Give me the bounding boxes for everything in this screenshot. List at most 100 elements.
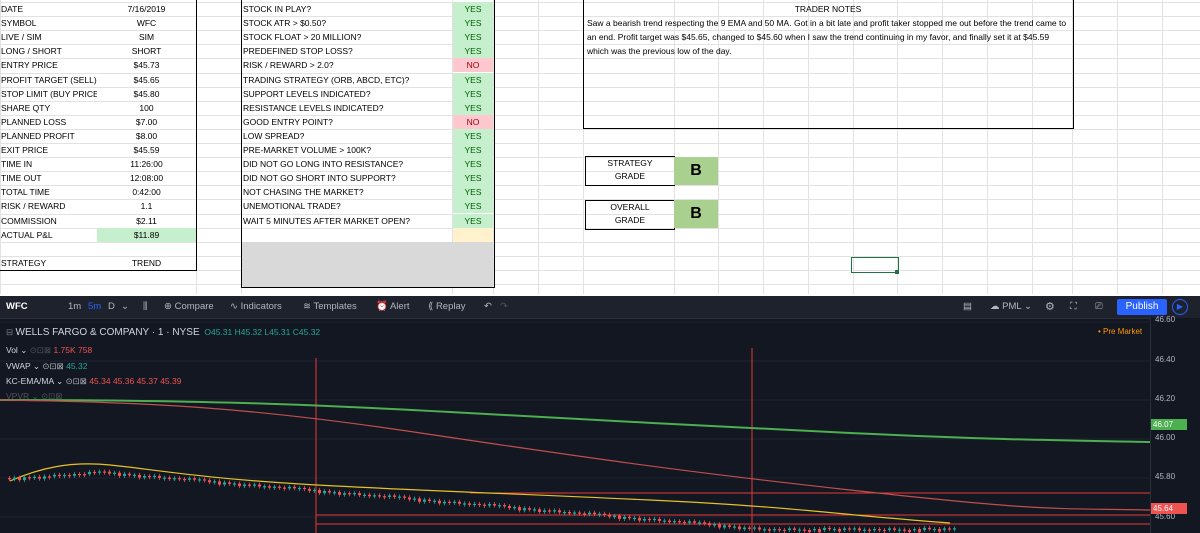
candle: [883, 529, 886, 532]
candle: [533, 509, 536, 511]
candle: [578, 512, 581, 514]
legend-kc[interactable]: KC-EMA/MA ⌄ ⊙⊡⊠ 45.34 45.36 45.37 45.39: [6, 376, 181, 387]
candle: [218, 481, 221, 485]
candle: [663, 520, 666, 522]
candle: [203, 479, 206, 481]
candle: [163, 477, 166, 479]
candle: [228, 482, 231, 484]
candle: [373, 495, 376, 497]
account-button[interactable]: ☁ PML ⌄: [990, 296, 1032, 318]
interval-d[interactable]: D: [108, 296, 115, 318]
candle: [598, 513, 601, 515]
price-plot[interactable]: [0, 318, 1150, 533]
candle: [778, 529, 781, 531]
candle: [738, 526, 741, 530]
candle: [263, 486, 266, 488]
spreadsheet[interactable]: DATE 7/16/2019 SYMBOL WFC LIVE / SIM SIM LONG …: [0, 0, 1200, 294]
alert-button[interactable]: ⏰ Alert: [376, 296, 410, 318]
candle: [613, 515, 616, 517]
candle: [323, 491, 326, 494]
candle: [833, 528, 836, 531]
candle: [468, 503, 471, 505]
candle: [333, 492, 336, 494]
replay-button[interactable]: ⟪ Replay: [428, 296, 466, 318]
candle: [318, 489, 321, 494]
candle: [363, 494, 366, 496]
candle: [608, 514, 611, 517]
legend-vwap[interactable]: VWAP ⌄ ⊙⊡⊠ 45.32: [6, 361, 87, 372]
overall-grade-value: B: [674, 200, 718, 228]
legend-vpvr-label: VPVR: [6, 391, 30, 401]
candle: [343, 493, 346, 495]
candle: [768, 529, 771, 531]
interval-1m[interactable]: 1m: [68, 296, 81, 318]
last-price-tag: 45.64: [1151, 503, 1187, 514]
candle: [528, 508, 531, 510]
indicators-button[interactable]: ∿ Indicators: [230, 296, 282, 318]
candle: [838, 528, 841, 532]
layout-icon[interactable]: ▤: [963, 296, 972, 318]
candle: [878, 529, 881, 531]
candle: [138, 474, 141, 478]
candle: [903, 529, 906, 531]
candle: [313, 489, 316, 492]
candle: [628, 516, 631, 519]
candle: [668, 520, 671, 523]
templates-button[interactable]: ≋ Templates: [303, 296, 357, 318]
gear-icon[interactable]: ⚙: [1045, 296, 1055, 318]
candle: [718, 524, 721, 528]
candle: [713, 524, 716, 526]
overall-grade-label-1: OVERALL: [610, 202, 650, 212]
interval-5m[interactable]: 5m: [88, 296, 101, 318]
account-label: PML: [1002, 301, 1022, 312]
candle: [573, 512, 576, 514]
candle: [928, 527, 931, 530]
selected-cell[interactable]: [851, 257, 899, 273]
candle: [588, 512, 591, 515]
candle-style-icon[interactable]: ⫼: [143, 296, 147, 318]
candle: [213, 481, 216, 483]
candle: [13, 477, 16, 480]
legend-vol[interactable]: Vol ⌄ ⊙⊡⊠ 1.75K 758: [6, 345, 92, 356]
candle: [658, 518, 661, 521]
undo-icon[interactable]: ↶: [484, 296, 492, 318]
candle: [38, 476, 41, 479]
candle: [773, 529, 776, 531]
candle: [828, 527, 831, 530]
candle: [948, 528, 951, 530]
candle: [843, 528, 846, 530]
candle: [868, 529, 871, 532]
collapse-icon[interactable]: ⊟: [6, 327, 13, 337]
indicators-label: Indicators: [240, 301, 282, 312]
symbol-search[interactable]: WFC: [6, 296, 28, 318]
candle: [348, 493, 351, 495]
candle: [23, 477, 26, 481]
publish-button[interactable]: Publish: [1117, 299, 1167, 315]
candle: [128, 473, 131, 476]
legend-vpvr[interactable]: VPVR ⌄ ⊙⊡⊠: [6, 391, 62, 402]
fullscreen-icon[interactable]: ⛶: [1070, 296, 1077, 318]
candle: [248, 484, 251, 486]
candle: [493, 504, 496, 506]
camera-icon[interactable]: ⎚: [1095, 296, 1103, 318]
chart-title: ⊟ WELLS FARGO & COMPANY · 1 · NYSE O45.3…: [6, 327, 320, 338]
trading-chart[interactable]: WFC 1m 5m D ⌄ ⫼ ⊕ Compare ∿ Indicators ≋…: [0, 296, 1200, 533]
overall-grade-label: OVERALL GRADE: [586, 201, 674, 227]
candle: [423, 499, 426, 502]
candle: [513, 507, 516, 509]
candle: [328, 491, 331, 493]
redo-icon[interactable]: ↷: [500, 296, 508, 318]
candle: [63, 475, 66, 477]
candle: [673, 521, 676, 523]
candle: [58, 474, 61, 477]
compare-button[interactable]: ⊕ Compare: [164, 296, 214, 318]
candle: [678, 521, 681, 523]
play-icon[interactable]: ▶: [1172, 299, 1188, 315]
candle: [643, 519, 646, 521]
candle: [388, 495, 391, 497]
fill-handle[interactable]: [895, 270, 899, 274]
candle: [463, 503, 466, 505]
chevron-down-icon[interactable]: ⌄: [121, 296, 129, 318]
alert-label: Alert: [389, 301, 410, 312]
strategy-grade-label-1: STRATEGY: [607, 158, 653, 168]
